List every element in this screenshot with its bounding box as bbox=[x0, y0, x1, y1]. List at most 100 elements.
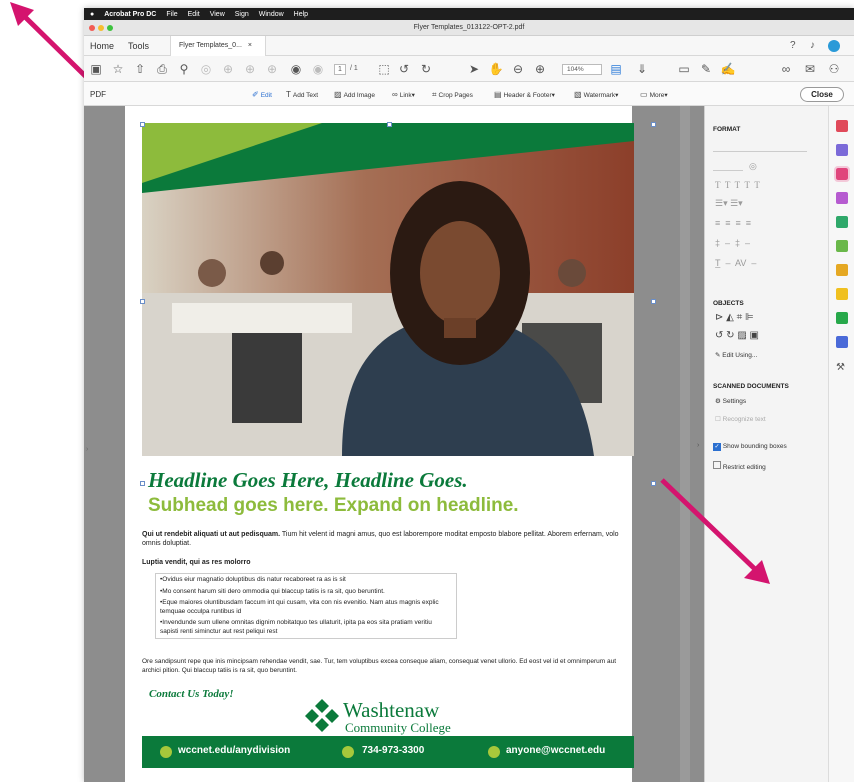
close-window-button[interactable] bbox=[89, 25, 95, 31]
zoom-search-icon[interactable]: ⚲ bbox=[176, 61, 192, 77]
first-page-icon[interactable]: ⊕ bbox=[264, 61, 280, 77]
fill-sign-icon[interactable] bbox=[836, 192, 848, 204]
line-spacing-icons[interactable]: ‡ – ‡ – bbox=[715, 238, 750, 248]
help-icon[interactable]: ? bbox=[790, 36, 796, 56]
hand-icon[interactable]: ✋ bbox=[488, 61, 504, 77]
cursor-icon[interactable]: ➤ bbox=[466, 61, 482, 77]
menu-sign[interactable]: Sign bbox=[235, 11, 249, 18]
footer-website[interactable]: wccnet.edu/anydivision bbox=[178, 745, 290, 756]
more-button[interactable]: ▭ More▾ bbox=[640, 89, 668, 100]
close-button[interactable]: Close bbox=[800, 87, 844, 102]
add-image-button[interactable]: ▨ Add Image bbox=[334, 89, 375, 100]
highlight-pen-icon[interactable]: ✎ bbox=[698, 61, 714, 77]
tab-home[interactable]: Home bbox=[90, 36, 114, 56]
more-tools-icon[interactable]: ⚒ bbox=[836, 362, 848, 374]
panel-collapse-icon[interactable]: › bbox=[697, 442, 699, 449]
object-rotate-icons[interactable]: ↺ ↻ ▨ ▣ bbox=[715, 330, 759, 341]
selection-handle[interactable] bbox=[651, 122, 656, 127]
edit-pdf-icon[interactable] bbox=[834, 166, 850, 182]
rotate-left-icon[interactable]: ↺ bbox=[396, 61, 412, 77]
font-dropdown[interactable] bbox=[713, 142, 807, 152]
add-text-button[interactable]: T Add Text bbox=[286, 89, 318, 100]
page-fit-icon[interactable]: ▤ bbox=[608, 61, 624, 77]
apple-icon[interactable]: ● bbox=[90, 11, 94, 18]
headline[interactable]: Headline Goes Here, Headline Goes. bbox=[148, 468, 618, 493]
selection-handle[interactable] bbox=[140, 299, 145, 304]
edit-using-button[interactable]: ✎ Edit Using... bbox=[715, 351, 757, 359]
zoom-out-icon[interactable]: ⊖ bbox=[510, 61, 526, 77]
next-page-icon[interactable]: ◉ bbox=[310, 61, 326, 77]
print-production-icon[interactable] bbox=[836, 312, 848, 324]
menubar-app-name[interactable]: Acrobat Pro DC bbox=[104, 11, 156, 18]
minimize-window-button[interactable] bbox=[98, 25, 104, 31]
watermark-button[interactable]: ▧ Watermark▾ bbox=[574, 89, 618, 100]
bullet-list[interactable]: •Ovidus eiur magnatio doluptibus dis nat… bbox=[155, 573, 457, 639]
align-icons[interactable]: ≡ ≡ ≡ ≡ bbox=[715, 218, 751, 228]
contact-heading[interactable]: Contact Us Today! bbox=[149, 688, 234, 700]
menu-window[interactable]: Window bbox=[259, 11, 284, 18]
protect-icon[interactable] bbox=[836, 336, 848, 348]
prev-page-icon[interactable]: ◉ bbox=[288, 61, 304, 77]
create-pdf-icon[interactable] bbox=[836, 216, 848, 228]
more-icon: ▭ bbox=[640, 90, 648, 99]
organize-icon[interactable] bbox=[836, 144, 848, 156]
select-page-icon[interactable]: ⬚ bbox=[376, 61, 392, 77]
footer-phone[interactable]: 734-973-3300 bbox=[362, 745, 424, 756]
bookmark-star-icon[interactable]: ☆ bbox=[110, 61, 126, 77]
avatar[interactable] bbox=[828, 40, 840, 52]
edit-tool-button[interactable]: ✐ Edit bbox=[252, 89, 272, 100]
selection-handle[interactable] bbox=[140, 481, 145, 486]
selection-handle[interactable] bbox=[387, 122, 392, 127]
bell-icon[interactable]: ♪ bbox=[810, 36, 815, 56]
zoom-level-dropdown[interactable]: 104% bbox=[562, 64, 602, 75]
comment-icon[interactable]: ▭ bbox=[676, 61, 692, 77]
list-title[interactable]: Luptia vendit, qui as res molorro bbox=[142, 558, 634, 567]
vertical-scrollbar[interactable] bbox=[680, 106, 690, 782]
page-down-icon[interactable]: ⊕ bbox=[242, 61, 258, 77]
text-style-icons[interactable]: T T T T T bbox=[715, 180, 760, 190]
share-link-icon[interactable]: ∞ bbox=[778, 61, 794, 77]
tab-tools[interactable]: Tools bbox=[128, 36, 149, 56]
font-size-dropdown[interactable] bbox=[713, 161, 743, 171]
save-icon[interactable]: ▣ bbox=[88, 61, 104, 77]
settings-button[interactable]: ⚙ Settings bbox=[715, 397, 746, 405]
zoom-window-button[interactable] bbox=[107, 25, 113, 31]
tab-document[interactable]: Flyer Templates_0... × bbox=[170, 36, 266, 56]
comment-tool-icon[interactable] bbox=[836, 264, 848, 276]
header-footer-button[interactable]: ▤ Header & Footer▾ bbox=[494, 89, 555, 100]
menu-edit[interactable]: Edit bbox=[188, 11, 200, 18]
show-bounding-boxes-checkbox[interactable]: ✓ Show bounding boxes bbox=[713, 443, 787, 451]
email-icon[interactable]: ✉ bbox=[802, 61, 818, 77]
left-panel-toggle-icon[interactable]: › bbox=[86, 446, 88, 453]
export-pdf-icon[interactable] bbox=[836, 120, 848, 132]
menu-help[interactable]: Help bbox=[294, 11, 308, 18]
page-up-icon[interactable]: ⊕ bbox=[220, 61, 236, 77]
selection-handle[interactable] bbox=[140, 122, 145, 127]
footer-email[interactable]: anyone@wccnet.edu bbox=[506, 745, 605, 756]
intro-paragraph[interactable]: Qui ut rendebit aliquati ut aut pedisqua… bbox=[142, 530, 634, 548]
char-spacing-icons[interactable]: T̲ – AV – bbox=[715, 258, 756, 268]
page-number-input[interactable]: 1 bbox=[334, 64, 346, 75]
zoom-in-icon[interactable]: ⊕ bbox=[532, 61, 548, 77]
menu-view[interactable]: View bbox=[210, 11, 225, 18]
recognize-text-checkbox[interactable]: ☐ Recognize text bbox=[715, 415, 766, 423]
upload-icon[interactable]: ⇧ bbox=[132, 61, 148, 77]
print-icon[interactable]: ⎙ bbox=[154, 61, 170, 77]
add-person-icon[interactable]: ⚇ bbox=[826, 61, 842, 77]
crop-pages-button[interactable]: ⌗ Crop Pages bbox=[432, 89, 473, 100]
selection-handle[interactable] bbox=[651, 299, 656, 304]
font-color-icon[interactable]: ◎ bbox=[749, 161, 757, 172]
tab-close-icon[interactable]: × bbox=[248, 42, 252, 49]
list-icons[interactable]: ☰▾ ☰▾ bbox=[715, 198, 743, 209]
body-paragraph[interactable]: Ore sandipsunt repe que inis mincipsam r… bbox=[142, 658, 634, 675]
rotate-right-icon[interactable]: ↻ bbox=[418, 61, 434, 77]
nav-icon[interactable]: ◎ bbox=[198, 61, 214, 77]
sign-icon[interactable]: ✍ bbox=[720, 61, 736, 77]
stamp-icon[interactable] bbox=[836, 288, 848, 300]
link-button[interactable]: ∞ Link▾ bbox=[392, 89, 415, 100]
menu-file[interactable]: File bbox=[166, 11, 177, 18]
scroll-mode-icon[interactable]: ⇓ bbox=[634, 61, 650, 77]
combine-icon[interactable] bbox=[836, 240, 848, 252]
subhead[interactable]: Subhead goes here. Expand on headline. bbox=[148, 495, 628, 517]
object-align-icons[interactable]: ⊳ ◭ ⌗ ⊫ bbox=[715, 312, 754, 323]
